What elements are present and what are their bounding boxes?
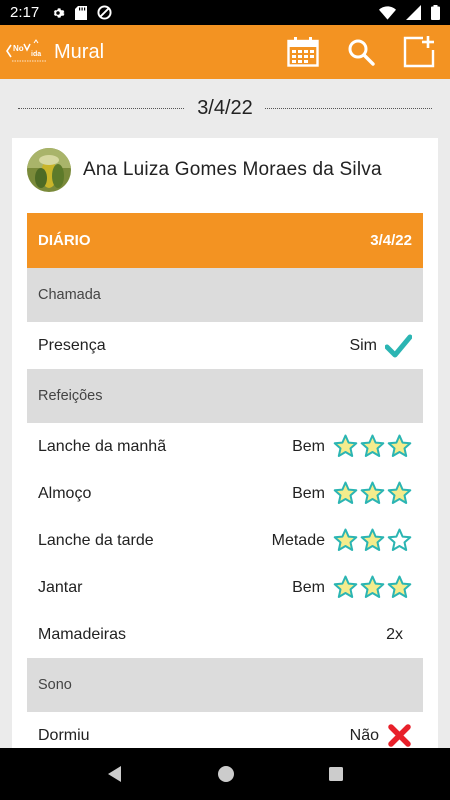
- diary-title: DIÁRIO: [38, 232, 91, 249]
- row-label: Almoço: [38, 484, 92, 502]
- diary-date: 3/4/22: [370, 232, 412, 249]
- section-header-sono: Sono: [27, 658, 423, 712]
- app-bar: No ida Mural: [0, 25, 450, 79]
- date-divider: 3/4/22: [0, 79, 450, 137]
- calendar-button[interactable]: [286, 35, 320, 69]
- row-label: Lanche da tarde: [38, 531, 154, 549]
- list-item-mamadeiras: Mamadeiras 2x: [27, 611, 423, 658]
- star-rating: [333, 481, 412, 506]
- list-item-dormiu: Dormiu Não: [27, 712, 423, 748]
- row-value: Bem: [292, 578, 325, 596]
- diary-header: DIÁRIO 3/4/22: [27, 213, 423, 268]
- page-title: Mural: [54, 40, 105, 63]
- new-post-button[interactable]: [402, 35, 436, 69]
- list-item-presenca: Presença Sim: [27, 322, 423, 369]
- list-item-lanche-tarde: Lanche da tarde Metade: [27, 517, 423, 564]
- row-label: Dormiu: [38, 726, 90, 744]
- check-icon: [385, 334, 412, 357]
- back-icon[interactable]: [106, 765, 124, 783]
- row-value: Bem: [292, 484, 325, 502]
- post-author[interactable]: Ana Luiza Gomes Moraes da Silva: [12, 138, 438, 202]
- clock: 2:17: [10, 4, 40, 21]
- battery-icon: [431, 5, 440, 20]
- star-filled-icon: [387, 434, 412, 457]
- section-header-chamada: Chamada: [27, 268, 423, 322]
- svg-text:ida: ida: [31, 51, 41, 58]
- gear-icon: [54, 7, 65, 18]
- star-filled-icon: [360, 434, 385, 457]
- star-filled-icon: [333, 434, 358, 457]
- row-value: Bem: [292, 437, 325, 455]
- list-item-jantar: Jantar Bem: [27, 564, 423, 611]
- signal-icon: [406, 5, 421, 20]
- star-empty-icon: [387, 528, 412, 551]
- home-icon[interactable]: [217, 765, 235, 783]
- star-filled-icon: [333, 575, 358, 598]
- star-rating: [333, 434, 412, 459]
- row-label: Mamadeiras: [38, 625, 127, 643]
- star-filled-icon: [387, 575, 412, 598]
- star-filled-icon: [360, 575, 385, 598]
- avatar[interactable]: [27, 148, 71, 192]
- list-item-lanche-manha: Lanche da manhã Bem: [27, 423, 423, 470]
- sd-card-icon: [75, 5, 88, 20]
- row-label: Jantar: [38, 578, 83, 596]
- search-button[interactable]: [344, 35, 378, 69]
- list-item-almoco: Almoço Bem: [27, 470, 423, 517]
- star-rating: [333, 528, 412, 553]
- row-value: 2x: [386, 625, 403, 643]
- no-data-icon: [97, 5, 112, 20]
- svg-text:No: No: [13, 44, 24, 53]
- diary: DIÁRIO 3/4/22 Chamada Presença Sim Refei…: [27, 213, 423, 748]
- post-card[interactable]: Ana Luiza Gomes Moraes da Silva DIÁRIO 3…: [12, 138, 438, 748]
- section-header-refeicoes: Refeições: [27, 369, 423, 423]
- system-nav-bar: [0, 748, 450, 800]
- new-post-icon: [403, 36, 435, 68]
- star-filled-icon: [387, 481, 412, 504]
- author-name: Ana Luiza Gomes Moraes da Silva: [83, 159, 382, 180]
- app-logo[interactable]: No ida: [6, 37, 50, 67]
- star-filled-icon: [333, 528, 358, 551]
- cross-icon: [388, 724, 411, 747]
- wifi-icon: [379, 5, 396, 20]
- row-label: Presença: [38, 336, 106, 354]
- calendar-icon: [287, 37, 319, 67]
- star-filled-icon: [360, 528, 385, 551]
- row-value: Metade: [271, 531, 325, 549]
- star-rating: [333, 575, 412, 600]
- row-value: Sim: [349, 336, 377, 354]
- star-filled-icon: [360, 481, 385, 504]
- row-label: Lanche da manhã: [38, 437, 167, 455]
- recents-icon[interactable]: [328, 766, 344, 782]
- search-icon: [348, 39, 375, 66]
- status-bar: 2:17: [0, 0, 450, 25]
- row-value: Não: [349, 726, 379, 744]
- feed-date: 3/4/22: [185, 96, 265, 120]
- star-filled-icon: [333, 481, 358, 504]
